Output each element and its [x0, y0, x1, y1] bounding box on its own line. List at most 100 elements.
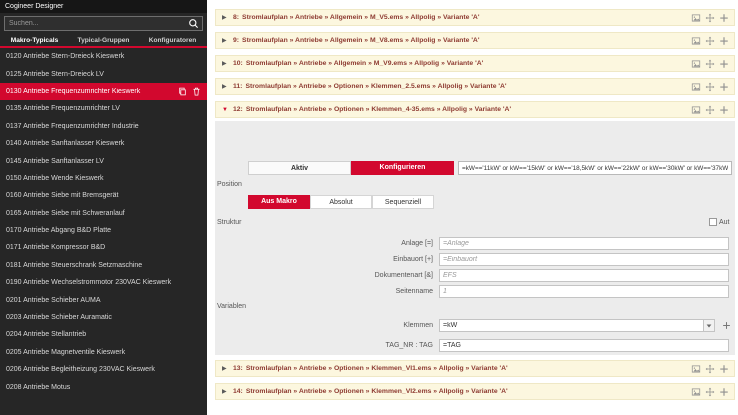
- list-item[interactable]: 0145 Antriebe Sanftanlasser LV: [0, 152, 207, 169]
- list-item[interactable]: 0203 Antriebe Schieber Auramatic: [0, 309, 207, 326]
- image-icon[interactable]: [691, 387, 701, 397]
- macro-row-12[interactable]: ▼ 12: Stromlaufplan » Antriebe » Optione…: [215, 101, 735, 118]
- plus-icon[interactable]: [719, 36, 729, 46]
- list-item[interactable]: 0190 Antriebe Wechselstrommotor 230VAC K…: [0, 274, 207, 291]
- position-aus-makro-button[interactable]: Aus Makro: [248, 195, 310, 209]
- klemmen-dropdown-button[interactable]: [703, 320, 714, 331]
- image-icon[interactable]: [691, 59, 701, 69]
- image-icon[interactable]: [691, 36, 701, 46]
- list-item[interactable]: 0125 Antriebe Stern-Dreieck LV: [0, 65, 207, 82]
- list-item[interactable]: 0201 Antriebe Schieber AUMA: [0, 291, 207, 308]
- move-icon[interactable]: [705, 36, 715, 46]
- move-icon[interactable]: [705, 82, 715, 92]
- move-icon[interactable]: [705, 387, 715, 397]
- tab-typical-gruppen[interactable]: Typical-Gruppen: [69, 33, 138, 46]
- add-variable-button[interactable]: [721, 320, 732, 331]
- list-item[interactable]: 0171 Antriebe Kompressor B&D: [0, 239, 207, 256]
- list-item[interactable]: 0160 Antriebe Siebe mit Bremsgerät: [0, 187, 207, 204]
- plus-icon: [722, 321, 731, 330]
- list-item[interactable]: 0150 Antriebe Wende Kieswerk: [0, 170, 207, 187]
- row-label: Stromlaufplan » Antriebe » Optionen » Kl…: [246, 365, 691, 372]
- image-icon[interactable]: [691, 105, 701, 115]
- seitenname-label: Seitenname: [215, 285, 433, 298]
- form-row-klemmen: Klemmen: [215, 319, 735, 332]
- list-item-selected[interactable]: 0130 Antriebe Frequenzumrichter Kieswerk: [0, 83, 207, 100]
- tab-aktiv[interactable]: Aktiv: [248, 161, 351, 175]
- row-label: Stromlaufplan » Antriebe » Optionen » Kl…: [246, 388, 691, 395]
- chevron-right-icon[interactable]: ▶: [222, 83, 233, 90]
- macro-row-11[interactable]: ▶ 11: Stromlaufplan » Antriebe » Optione…: [215, 78, 735, 95]
- row-actions: [691, 364, 734, 374]
- row-actions: [691, 59, 734, 69]
- list-item[interactable]: 0120 Antriebe Stern-Dreieck Kieswerk: [0, 48, 207, 65]
- klemmen-input[interactable]: [439, 319, 715, 332]
- auto-label: Aut: [719, 219, 730, 226]
- plus-icon[interactable]: [719, 13, 729, 23]
- trash-icon[interactable]: [192, 87, 201, 96]
- chevron-right-icon[interactable]: ▶: [222, 37, 233, 44]
- list-item[interactable]: 0165 Antriebe Siebe mit Schweranlauf: [0, 205, 207, 222]
- list-item[interactable]: 0206 Antriebe Begleitheizung 230VAC Kies…: [0, 361, 207, 378]
- row-actions: [691, 36, 734, 46]
- plus-icon[interactable]: [719, 364, 729, 374]
- search-button[interactable]: [185, 17, 202, 30]
- chevron-right-icon[interactable]: ▶: [222, 388, 233, 395]
- list-item[interactable]: 0205 Antriebe Magnetventile Kieswerk: [0, 344, 207, 361]
- plus-icon[interactable]: [719, 387, 729, 397]
- list-item[interactable]: 0137 Antriebe Frequenzumrichter Industri…: [0, 118, 207, 135]
- tab-makro-typicals[interactable]: Makro-Typicals: [0, 33, 69, 46]
- chevron-right-icon[interactable]: ▶: [222, 60, 233, 67]
- list-item[interactable]: 0170 Antriebe Abgang B&D Platte: [0, 222, 207, 239]
- list-item[interactable]: 0204 Antriebe Stellantrieb: [0, 326, 207, 343]
- position-absolut-button[interactable]: Absolut: [310, 195, 372, 209]
- app-title: Cogineer Designer: [5, 3, 63, 10]
- chevron-right-icon[interactable]: ▶: [222, 365, 233, 372]
- tag-nr-input[interactable]: [439, 339, 729, 352]
- list-item[interactable]: 0208 Antriebe Motus: [0, 378, 207, 395]
- form-row-seitenname: Seitenname: [215, 285, 735, 298]
- list-item[interactable]: 0181 Antriebe Steuerschrank Setzmaschine: [0, 257, 207, 274]
- list-item-actions: [178, 87, 207, 96]
- dokumentenart-input[interactable]: [439, 269, 729, 282]
- chevron-down-icon[interactable]: ▼: [222, 107, 233, 113]
- row-actions: [691, 82, 734, 92]
- row-actions: [691, 13, 734, 23]
- auto-checkbox[interactable]: [709, 218, 717, 226]
- chevron-right-icon[interactable]: ▶: [222, 14, 233, 21]
- move-icon[interactable]: [705, 59, 715, 69]
- position-sequenziell-button[interactable]: Sequenziell: [372, 195, 434, 209]
- macro-row-13[interactable]: ▶ 13: Stromlaufplan » Antriebe » Optione…: [215, 360, 735, 377]
- auto-checkbox-group: Aut: [709, 218, 735, 226]
- search-input[interactable]: [5, 20, 185, 27]
- plus-icon[interactable]: [719, 82, 729, 92]
- image-icon[interactable]: [691, 364, 701, 374]
- anlage-input[interactable]: [439, 237, 729, 250]
- row-number: 13:: [233, 365, 243, 372]
- move-icon[interactable]: [705, 105, 715, 115]
- section-position-label: Position: [217, 181, 242, 188]
- tab-konfigurieren[interactable]: Konfigurieren: [351, 161, 454, 175]
- list-item[interactable]: 0140 Antriebe Sanftanlasser Kieswerk: [0, 135, 207, 152]
- condition-expression-input[interactable]: [458, 161, 732, 175]
- chevron-down-icon: [706, 323, 712, 329]
- search-row: [0, 13, 207, 33]
- macro-row-14[interactable]: ▶ 14: Stromlaufplan » Antriebe » Optione…: [215, 383, 735, 400]
- macro-row-8[interactable]: ▶ 8: Stromlaufplan » Antriebe » Allgemei…: [215, 9, 735, 26]
- row-number: 11:: [233, 83, 242, 90]
- macro-row-10[interactable]: ▶ 10: Stromlaufplan » Antriebe » Allgeme…: [215, 55, 735, 72]
- move-icon[interactable]: [705, 364, 715, 374]
- search-icon: [188, 18, 199, 29]
- image-icon[interactable]: [691, 13, 701, 23]
- seitenname-input[interactable]: [439, 285, 729, 298]
- move-icon[interactable]: [705, 13, 715, 23]
- macro-row-9[interactable]: ▶ 9: Stromlaufplan » Antriebe » Allgemei…: [215, 32, 735, 49]
- klemmen-label: Klemmen: [215, 319, 433, 332]
- copy-icon[interactable]: [178, 87, 187, 96]
- einbauort-input[interactable]: [439, 253, 729, 266]
- plus-icon[interactable]: [719, 59, 729, 69]
- list-item[interactable]: 0135 Antriebe Frequenzumrichter LV: [0, 100, 207, 117]
- image-icon[interactable]: [691, 82, 701, 92]
- tab-konfiguratoren[interactable]: Konfiguratoren: [138, 33, 207, 46]
- plus-icon[interactable]: [719, 105, 729, 115]
- typicals-list: 0120 Antriebe Stern-Dreieck Kieswerk 012…: [0, 48, 207, 415]
